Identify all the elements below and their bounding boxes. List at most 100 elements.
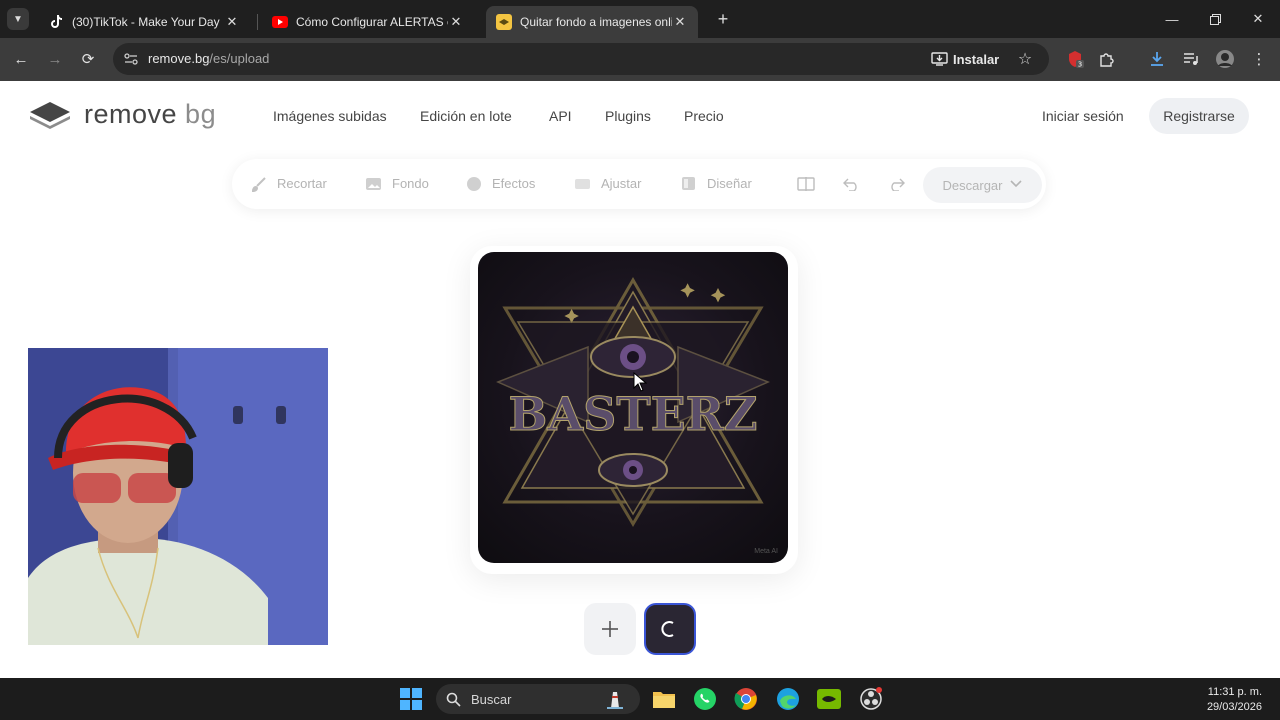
tab-youtube[interactable]: Cómo Configurar ALERTAS en K ✕ (262, 6, 474, 38)
brush-icon (250, 175, 267, 192)
browser-toolbar: ← → ⟳ remove.bg/es/upload Instalar ☆ 3 ⋮ (0, 38, 1280, 81)
editor-toolbar: Recortar Fondo Efectos Ajustar Diseñar D… (232, 159, 1046, 209)
chrome-icon[interactable] (732, 685, 760, 713)
search-icon (446, 692, 461, 707)
logo-text: remove bg (84, 99, 216, 130)
extension-adblock-icon[interactable]: 3 (1062, 46, 1088, 72)
login-link[interactable]: Iniciar sesión (1042, 108, 1124, 124)
tab-search-button[interactable]: ▼ (7, 8, 29, 30)
install-icon (931, 52, 948, 66)
tool-adjust[interactable]: Ajustar (574, 175, 641, 192)
install-label: Instalar (953, 51, 1000, 67)
nav-plugins[interactable]: Plugins (605, 108, 651, 124)
close-tab-icon[interactable]: ✕ (448, 14, 464, 30)
restore-icon[interactable] (1193, 0, 1237, 38)
file-explorer-icon[interactable] (650, 685, 678, 713)
webcam-person-image (28, 348, 328, 645)
image-watermark: Meta AI (754, 548, 778, 555)
browser-menu-icon[interactable]: ⋮ (1246, 46, 1272, 72)
logo-word-remove: remove (84, 99, 178, 129)
url-domain: remove.bg (148, 51, 210, 66)
plus-icon (602, 621, 618, 637)
tab-title: (30)TikTok - Make Your Day (72, 15, 220, 29)
install-app-button[interactable]: Instalar (931, 47, 999, 71)
address-bar[interactable]: remove.bg/es/upload Instalar ☆ (113, 43, 1049, 75)
downloads-icon[interactable] (1144, 46, 1170, 72)
undo-icon[interactable] (843, 175, 861, 193)
nav-uploaded-images[interactable]: Imágenes subidas (273, 108, 387, 124)
nav-pricing[interactable]: Precio (684, 108, 724, 124)
tool-crop-label: Recortar (277, 176, 327, 191)
nav-bulk-edit[interactable]: Edición en lote (420, 108, 512, 124)
tool-effects[interactable]: Efectos (465, 175, 535, 192)
new-tab-icon[interactable]: + (712, 8, 734, 30)
webcam-overlay (28, 348, 328, 645)
profile-avatar[interactable] (1212, 46, 1238, 72)
tab-divider (257, 14, 258, 30)
tool-adjust-label: Ajustar (601, 176, 642, 191)
design-icon (680, 175, 697, 192)
effects-circle-icon (465, 175, 482, 192)
lighthouse-icon (607, 692, 623, 709)
adjust-icon (574, 175, 591, 192)
whatsapp-icon[interactable] (691, 685, 719, 713)
close-window-icon[interactable]: ✕ (1236, 0, 1280, 38)
reload-icon[interactable]: ⟳ (75, 46, 101, 72)
site-info-icon[interactable] (123, 51, 139, 67)
basterz-emblem-image: BASTERZ (496, 276, 770, 527)
obs-icon[interactable] (857, 685, 885, 713)
windows-taskbar: Buscar 11:31 p. m. 29/03/2026 (0, 678, 1280, 720)
download-button[interactable]: Descargar (923, 167, 1042, 203)
tiktok-icon (48, 14, 64, 30)
image-thumbnail[interactable] (644, 603, 696, 655)
nvidia-icon[interactable] (815, 685, 843, 713)
search-placeholder: Buscar (471, 691, 512, 707)
edge-icon[interactable] (774, 685, 802, 713)
nav-api[interactable]: API (549, 108, 572, 124)
removebg-logo-icon (30, 101, 70, 129)
download-label: Descargar (942, 177, 1003, 193)
minimize-icon[interactable]: — (1150, 0, 1194, 38)
mouse-cursor-icon (633, 372, 647, 392)
svg-text:BASTERZ: BASTERZ (509, 387, 758, 441)
forward-icon[interactable]: → (42, 46, 68, 72)
tab-title: Quitar fondo a imagenes online (520, 15, 672, 29)
extensions-puzzle-icon[interactable] (1094, 46, 1120, 72)
removebg-logo[interactable]: remove bg (28, 99, 216, 130)
tab-strip: ▼ (30)TikTok - Make Your Day ✕ Cómo Conf… (0, 0, 1280, 38)
close-tab-icon[interactable]: ✕ (672, 14, 688, 30)
clock-time: 11:31 p. m. (1207, 686, 1262, 698)
bookmark-star-icon[interactable]: ☆ (1013, 47, 1037, 71)
svg-text:3: 3 (1078, 61, 1082, 69)
redo-icon[interactable] (887, 175, 905, 193)
url-text: remove.bg/es/upload (148, 51, 269, 66)
system-clock[interactable]: 11:31 p. m. 29/03/2026 (1207, 685, 1262, 715)
image-icon (365, 175, 382, 192)
tool-design-label: Diseñar (707, 176, 752, 191)
clock-date: 29/03/2026 (1206, 701, 1262, 713)
removebg-favicon-icon (496, 14, 512, 30)
tool-effects-label: Efectos (492, 176, 536, 191)
close-tab-icon[interactable]: ✕ (224, 14, 240, 30)
tool-background[interactable]: Fondo (365, 175, 429, 192)
loading-spinner-icon (661, 621, 674, 637)
logo-word-bg: bg (185, 99, 217, 129)
signup-button[interactable]: Registrarse (1149, 98, 1249, 134)
media-control-icon[interactable] (1178, 46, 1204, 72)
tab-tiktok[interactable]: (30)TikTok - Make Your Day ✕ (38, 6, 250, 38)
tool-crop[interactable]: Recortar (250, 175, 327, 192)
tool-design[interactable]: Diseñar (680, 175, 752, 192)
youtube-icon (272, 14, 288, 30)
tab-removebg[interactable]: Quitar fondo a imagenes online ✕ (486, 6, 698, 38)
chevron-down-icon (1010, 179, 1023, 191)
url-path: /es/upload (209, 51, 270, 66)
add-image-button[interactable] (584, 603, 636, 655)
compare-icon[interactable] (797, 175, 815, 193)
tool-background-label: Fondo (392, 176, 429, 191)
back-icon[interactable]: ← (8, 46, 34, 72)
image-preview[interactable]: BASTERZ Meta AI (478, 252, 788, 563)
removebg-page: remove bg Imágenes subidas Edición en lo… (0, 81, 1280, 678)
tab-title: Cómo Configurar ALERTAS en K (296, 15, 448, 29)
windows-start-icon[interactable] (397, 685, 425, 713)
taskbar-search[interactable]: Buscar (436, 684, 640, 714)
